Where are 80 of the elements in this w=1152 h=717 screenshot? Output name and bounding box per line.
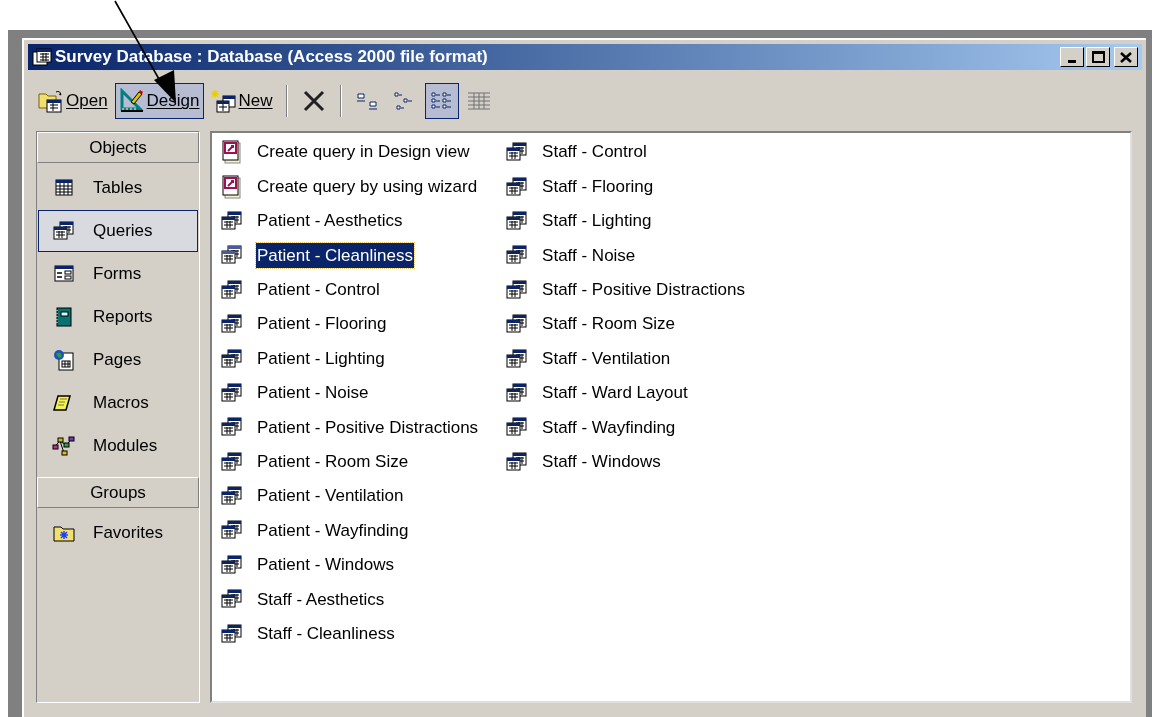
object-type-item[interactable]: Pages [38,339,198,381]
query-icon [506,451,529,472]
query-icon [221,210,243,231]
query-list-item[interactable]: Staff - Wayfinding [505,410,748,445]
query-icon [221,348,243,369]
query-list-item[interactable]: Patient - Ventilation [220,478,482,514]
query-list-item[interactable]: Patient - Lighting [220,341,482,376]
query-icon [53,221,75,241]
query-list-item[interactable]: Create query in Design view [220,135,482,170]
wizard-icon [222,140,242,165]
query-icon [221,554,243,575]
section-header[interactable]: Groups [37,477,199,508]
query-list-item[interactable]: Staff - Control [505,135,748,170]
object-type-item[interactable]: Reports [38,296,198,338]
minimize-button[interactable] [1060,47,1084,67]
query-icon [221,417,243,438]
query-list-item[interactable]: Staff - Cleanliness [220,616,482,651]
object-type-item[interactable]: Tables [38,167,198,209]
object-type-item[interactable]: Macros [38,382,198,424]
query-list-item[interactable]: Staff - Lighting [505,203,748,239]
report-book-icon [53,307,75,327]
query-icon [221,382,243,403]
web-page-icon [53,349,75,371]
table-icon [53,178,75,198]
query-list-item[interactable]: Staff - Noise [505,238,748,273]
query-icon [221,589,243,610]
query-list-item[interactable]: Patient - Aesthetics [220,203,482,239]
query-list-item[interactable]: Staff - Ward Layout [505,375,748,411]
query-list-item[interactable]: Create query by using wizard [220,169,482,204]
query-list-item[interactable]: Patient - Cleanliness [220,238,482,273]
query-list-item[interactable]: Staff - Windows [505,444,748,479]
query-list-item[interactable]: Patient - Noise [220,375,482,411]
new-object-icon [210,88,237,114]
new-button[interactable]: New [206,83,277,119]
maximize-button[interactable] [1086,47,1110,67]
database-window-icon [32,48,52,66]
open-folder-icon [38,88,64,114]
open-button[interactable]: Open [34,83,112,119]
query-list-item[interactable]: Staff - Room Size [505,306,748,342]
query-list-item[interactable]: Staff - Positive Distractions [505,272,748,307]
close-icon [1120,51,1132,63]
query-list-item[interactable]: Staff - Ventilation [505,341,748,376]
query-icon [506,279,529,300]
query-list-item[interactable]: Patient - Control [220,272,482,307]
query-list-item[interactable]: Patient - Wayfinding [220,513,482,548]
query-list-item[interactable]: Staff - Aesthetics [220,582,482,617]
query-list-item[interactable]: Patient - Flooring [220,306,482,342]
query-icon [221,245,243,266]
query-icon [221,279,243,300]
object-type-item[interactable]: Favorites [38,512,198,554]
query-list-item[interactable]: Staff - Flooring [505,169,748,204]
query-icon [506,417,529,438]
object-type-item[interactable]: Forms [38,253,198,295]
query-list-item[interactable]: Patient - Positive Distractions [220,410,482,445]
query-icon [221,486,243,507]
query-list-item[interactable]: Patient - Room Size [220,444,482,479]
object-type-item[interactable]: Modules [38,425,198,467]
query-icon [506,176,529,197]
query-icon [506,348,529,369]
list-view-button[interactable] [424,83,459,119]
query-icon [506,142,529,163]
query-icon [221,451,243,472]
section-header[interactable]: Objects [37,132,199,163]
wizard-icon [222,174,242,199]
query-icon [221,520,243,541]
query-icon [506,210,529,231]
window-title: Survey Database : Database (Access 2000 file format) [55,46,488,69]
query-icon [221,314,243,335]
query-icon [221,623,243,644]
design-button[interactable]: Design [114,83,204,119]
form-icon [53,264,75,284]
triangle-ruler-icon [118,88,145,114]
query-icon [506,382,529,403]
query-icon [506,245,529,266]
query-icon [506,314,529,335]
query-list-item[interactable]: Patient - Windows [220,547,482,583]
object-type-item[interactable]: Queries [38,210,198,252]
modules-icon [52,435,76,457]
favorites-folder-icon [52,523,76,543]
close-button[interactable] [1114,47,1138,67]
